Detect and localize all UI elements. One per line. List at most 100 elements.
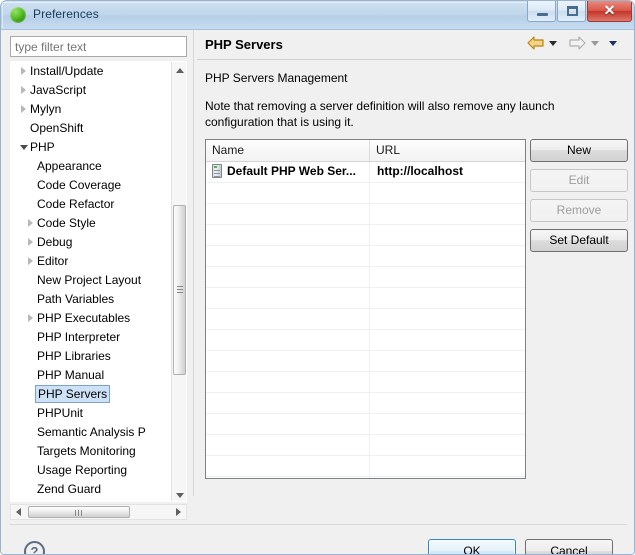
vertical-scroll-thumb[interactable] xyxy=(173,205,186,375)
sidebar-item-label: Install/Update xyxy=(30,64,104,78)
preferences-tree[interactable]: Install/Update JavaScript Mylyn OpenShift PH… xyxy=(10,61,187,502)
triangle-left-icon xyxy=(16,508,21,516)
table-row-empty[interactable] xyxy=(206,204,525,225)
cancel-button[interactable]: Cancel xyxy=(525,539,613,554)
sidebar-item-new-project-layout[interactable]: New Project Layout xyxy=(11,271,174,290)
server-icon xyxy=(212,164,222,178)
sidebar-item-code-refactor[interactable]: Code Refactor xyxy=(11,195,174,214)
forward-dropdown-icon xyxy=(591,40,599,46)
sidebar-item-label: PHPUnit xyxy=(37,406,84,420)
cell-url: http://localhost xyxy=(377,164,463,178)
sidebar-item-mylyn[interactable]: Mylyn xyxy=(11,100,174,119)
triangle-right-icon xyxy=(176,508,181,516)
table-row-empty[interactable] xyxy=(206,246,525,267)
sidebar-item-openshift[interactable]: OpenShift xyxy=(11,119,174,138)
sidebar-item-semantic-analysis-p[interactable]: Semantic Analysis P xyxy=(11,423,174,442)
help-icon[interactable]: ? xyxy=(24,541,45,554)
sidebar-item-label: New Project Layout xyxy=(37,273,142,287)
table-row-empty[interactable] xyxy=(206,477,525,478)
table-row-empty[interactable] xyxy=(206,456,525,477)
chevron-right-icon xyxy=(24,309,37,328)
back-dropdown-icon[interactable] xyxy=(549,40,557,46)
sidebar-item-label: PHP Interpreter xyxy=(37,330,121,344)
table-row-empty[interactable] xyxy=(206,225,525,246)
table-row-empty[interactable] xyxy=(206,435,525,456)
sidebar-item-label: PHP Servers xyxy=(35,385,111,403)
table-row-empty[interactable] xyxy=(206,393,525,414)
sidebar-item-code-coverage[interactable]: Code Coverage xyxy=(11,176,174,195)
scroll-up-button[interactable] xyxy=(172,62,186,78)
view-menu-icon[interactable] xyxy=(609,40,617,46)
column-header-url[interactable]: URL xyxy=(370,140,525,161)
sidebar-item-php-interpreter[interactable]: PHP Interpreter xyxy=(11,328,174,347)
green-sphere-icon xyxy=(10,7,26,23)
table-body: Default PHP Web Ser... http://localhost xyxy=(206,162,525,478)
cell-empty xyxy=(206,204,370,224)
sidebar-item-label: OpenShift xyxy=(30,121,84,135)
sidebar-item-label: Usage Reporting xyxy=(37,463,128,477)
tree-item-list: Install/Update JavaScript Mylyn OpenShift PH… xyxy=(11,62,174,499)
sidebar-item-code-style[interactable]: Code Style xyxy=(11,214,174,233)
cell-empty xyxy=(206,435,370,455)
sidebar-item-php-manual[interactable]: PHP Manual xyxy=(11,366,174,385)
table-row-empty[interactable] xyxy=(206,372,525,393)
chevron-down-icon xyxy=(17,138,30,157)
chevron-right-icon xyxy=(24,252,37,271)
table-row-empty[interactable] xyxy=(206,414,525,435)
cell-empty xyxy=(206,414,370,434)
sidebar-item-label: Targets Monitoring xyxy=(37,444,136,458)
table-row-empty[interactable] xyxy=(206,267,525,288)
scroll-down-button[interactable] xyxy=(172,487,186,501)
sidebar-item-install-update[interactable]: Install/Update xyxy=(11,62,174,81)
restore-button[interactable] xyxy=(557,1,586,22)
sidebar-item-appearance[interactable]: Appearance xyxy=(11,157,174,176)
set-default-button[interactable]: Set Default xyxy=(530,229,628,252)
table-row-empty[interactable] xyxy=(206,183,525,204)
servers-table[interactable]: Name URL Default PHP Web Ser... http://lo… xyxy=(205,139,526,479)
cell-empty xyxy=(370,183,525,203)
sidebar-item-label: Code Refactor xyxy=(37,197,115,211)
table-row-empty[interactable] xyxy=(206,309,525,330)
sidebar-item-php-libraries[interactable]: PHP Libraries xyxy=(11,347,174,366)
minimize-button[interactable] xyxy=(527,1,556,22)
table-row-empty[interactable] xyxy=(206,288,525,309)
page-header: PHP Servers xyxy=(197,30,632,60)
back-arrow-icon[interactable] xyxy=(527,36,544,50)
table-row[interactable]: Default PHP Web Ser... http://localhost xyxy=(206,162,525,183)
cell-empty xyxy=(206,183,370,203)
sidebar-item-targets-monitoring[interactable]: Targets Monitoring xyxy=(11,442,174,461)
cell-empty xyxy=(370,204,525,224)
table-row-empty[interactable] xyxy=(206,330,525,351)
scroll-right-button[interactable] xyxy=(171,505,186,519)
filter-input[interactable] xyxy=(10,36,187,57)
forward-arrow-icon xyxy=(569,36,586,50)
triangle-down-icon xyxy=(176,493,184,498)
tree-horizontal-scrollbar[interactable] xyxy=(10,504,187,520)
sidebar-item-usage-reporting[interactable]: Usage Reporting xyxy=(11,461,174,480)
sidebar-item-javascript[interactable]: JavaScript xyxy=(11,81,174,100)
sidebar-item-debug[interactable]: Debug xyxy=(11,233,174,252)
scroll-grip-icon xyxy=(177,286,183,294)
scroll-left-button[interactable] xyxy=(11,505,26,519)
sidebar-item-php-servers[interactable]: PHP Servers xyxy=(11,385,174,404)
sidebar-item-label: PHP Libraries xyxy=(37,349,111,363)
sidebar-item-php-executables[interactable]: PHP Executables xyxy=(11,309,174,328)
tree-vertical-scrollbar[interactable] xyxy=(171,62,186,501)
scroll-grip-icon xyxy=(75,510,83,516)
sidebar-item-path-variables[interactable]: Path Variables xyxy=(11,290,174,309)
sidebar-item-editor[interactable]: Editor xyxy=(11,252,174,271)
cell-empty xyxy=(370,372,525,392)
sidebar-item-php[interactable]: PHP xyxy=(11,138,174,157)
new-button[interactable]: New xyxy=(530,139,628,162)
close-button[interactable]: ✕ xyxy=(587,1,632,22)
cell-empty xyxy=(206,225,370,245)
sidebar-item-phpunit[interactable]: PHPUnit xyxy=(11,404,174,423)
horizontal-scroll-thumb[interactable] xyxy=(28,506,130,518)
preference-page: PHP Servers PHP Servers Management Note … xyxy=(197,30,634,500)
column-header-name[interactable]: Name xyxy=(206,140,370,161)
chevron-right-icon xyxy=(24,214,37,233)
table-row-empty[interactable] xyxy=(206,351,525,372)
minimize-icon xyxy=(537,13,548,16)
sidebar-item-zend-guard[interactable]: Zend Guard xyxy=(11,480,174,499)
ok-button[interactable]: OK xyxy=(428,539,516,554)
